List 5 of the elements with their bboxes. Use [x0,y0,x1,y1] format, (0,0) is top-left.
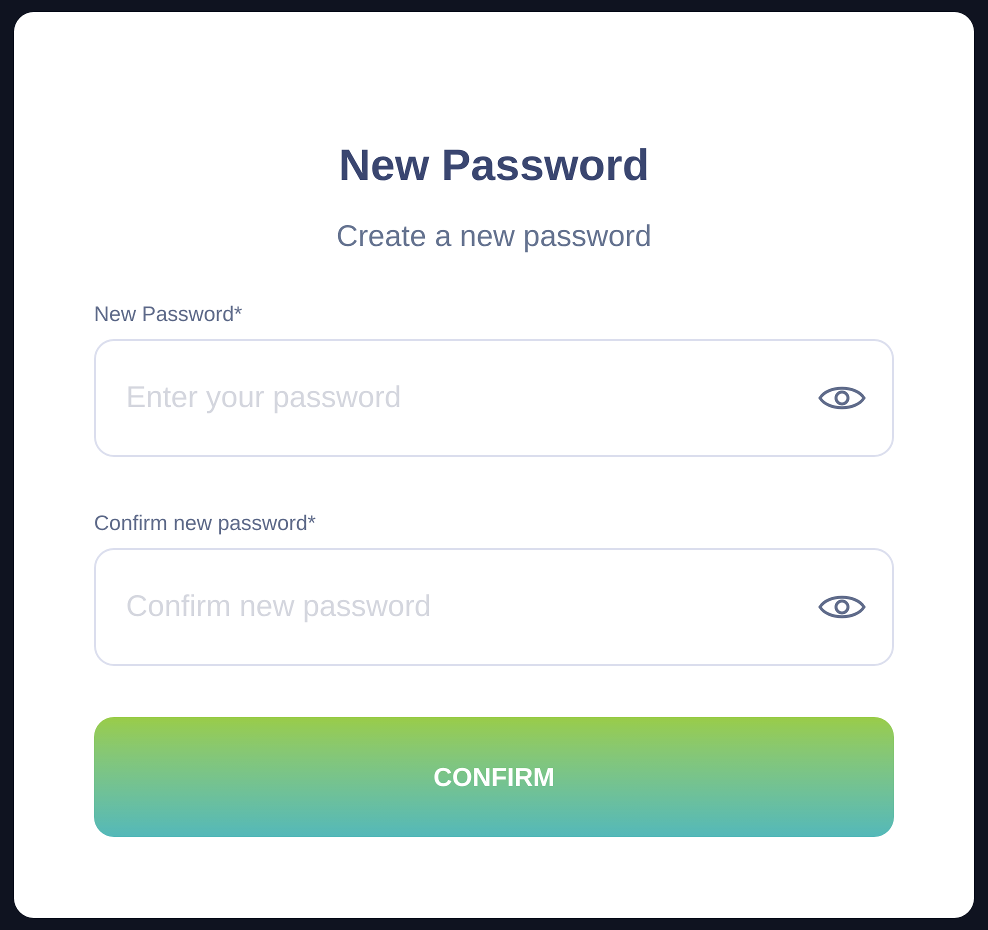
page-title: New Password [338,144,650,188]
subtitle: Create a new password [335,222,653,252]
confirm-button[interactable]: CONFIRM [94,717,894,837]
field-label: New Password* [94,304,242,325]
field-label: Confirm new password* [94,513,316,534]
